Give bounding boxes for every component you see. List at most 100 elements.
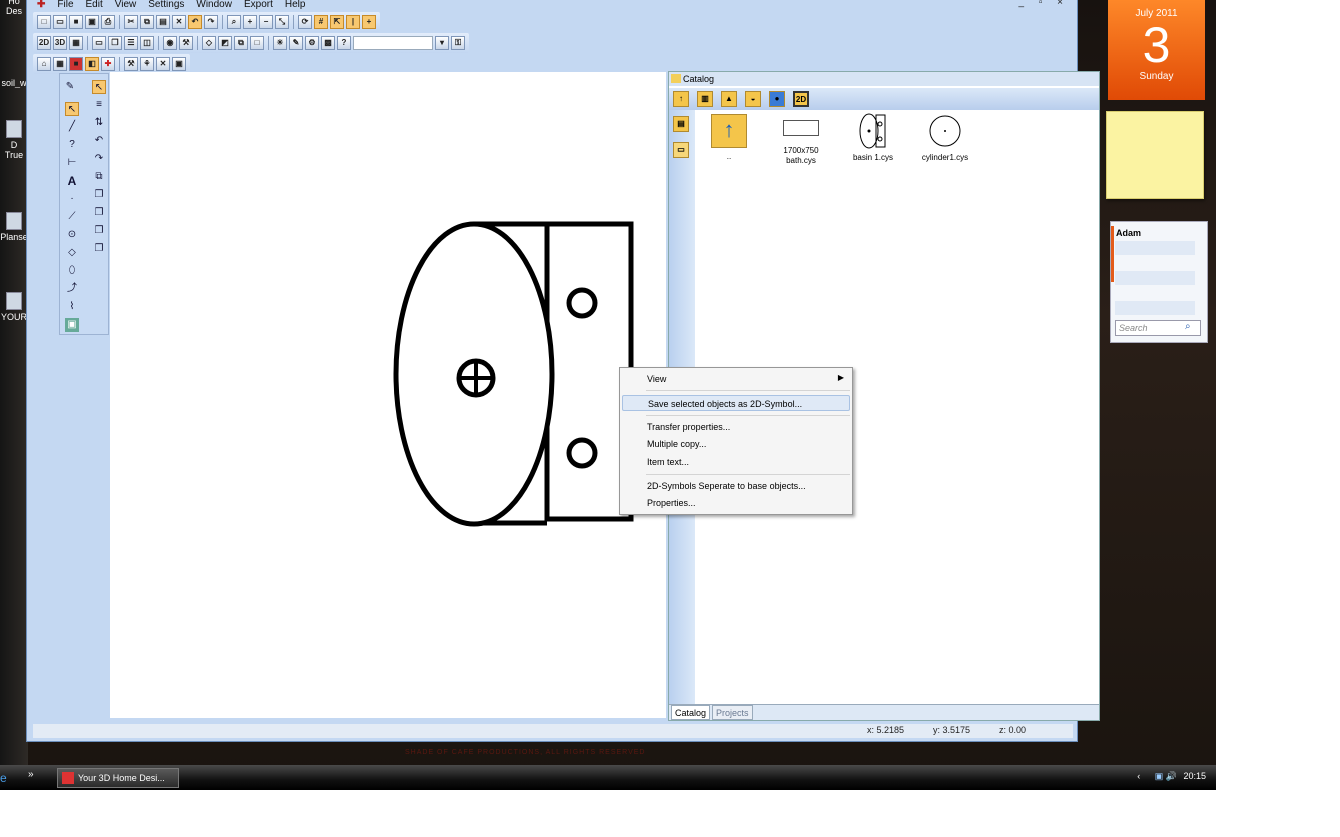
sticky-note-gadget[interactable] <box>1106 111 1204 199</box>
floor-icon[interactable]: ▦ <box>69 36 83 50</box>
drawing-canvas[interactable] <box>110 72 666 718</box>
ie-quicklaunch-icon[interactable]: e <box>0 771 7 785</box>
menu-export[interactable]: Export <box>244 0 273 10</box>
clock[interactable]: 20:15 <box>1183 771 1206 781</box>
catalog-item-parent[interactable]: ↑ .. <box>697 114 761 162</box>
cut-icon[interactable]: ✂ <box>124 15 138 29</box>
save-all-icon[interactable]: ▣ <box>85 15 99 29</box>
texture-icon[interactable]: ▩ <box>321 36 335 50</box>
menu-help[interactable]: Help <box>285 0 306 10</box>
contact-row[interactable] <box>1115 241 1195 255</box>
desktop-icon-home-design[interactable]: Ho Des <box>0 0 28 16</box>
ellipse-icon[interactable]: ⬯ <box>65 264 79 278</box>
symbol-2d-icon[interactable]: 2D <box>793 91 809 107</box>
taskbar-app-button[interactable]: Your 3D Home Desi... <box>57 768 179 788</box>
polygon-icon[interactable]: ◇ <box>65 246 79 260</box>
dropdown-icon[interactable]: ▾ <box>435 36 449 50</box>
redo-palette-icon[interactable]: ↷ <box>92 152 106 166</box>
rotate-obj-icon[interactable]: ❐ <box>92 242 106 256</box>
catalog-item-bath[interactable]: 1700x750 bath.cys <box>769 120 833 166</box>
light-icon[interactable]: ☀ <box>273 36 287 50</box>
pen-icon[interactable]: ✎ <box>289 36 303 50</box>
desktop-icon-your[interactable]: YOUR <box>0 292 28 322</box>
group-icon[interactable]: ⧉ <box>92 170 106 184</box>
contact-row[interactable] <box>1115 301 1195 315</box>
select-arrow-icon[interactable]: ↖ <box>65 102 79 116</box>
calendar-gadget[interactable]: July 2011 3 Sunday <box>1108 0 1205 100</box>
menu-window[interactable]: Window <box>196 0 232 10</box>
print-icon[interactable]: ⎙ <box>101 15 115 29</box>
window-icon[interactable]: ▭ <box>92 36 106 50</box>
circle-icon[interactable]: ⊙ <box>65 228 79 242</box>
lock-icon[interactable]: ⚿ <box>451 36 465 50</box>
table-icon[interactable]: ▦ <box>53 57 67 71</box>
view-2d-icon[interactable]: 2D <box>37 36 51 50</box>
align-icon[interactable]: ≡ <box>92 98 106 112</box>
tab-projects[interactable]: Projects <box>712 705 753 720</box>
delete-icon[interactable]: ✕ <box>172 15 186 29</box>
tile-vertical-icon[interactable]: ◫ <box>140 36 154 50</box>
volume-icon[interactable]: 🔊 <box>1166 771 1177 781</box>
color-swatch-icon[interactable]: ■ <box>69 57 83 71</box>
redo-icon[interactable]: ↷ <box>204 15 218 29</box>
undo-icon[interactable]: ↶ <box>188 15 202 29</box>
basin-drawing[interactable] <box>110 72 666 718</box>
menu-edit[interactable]: Edit <box>86 0 103 10</box>
up-arrow-icon[interactable]: ↑ <box>673 91 689 107</box>
copy-obj-icon[interactable]: ❐ <box>92 188 106 202</box>
cascade-icon[interactable]: ❐ <box>108 36 122 50</box>
open-icon[interactable]: ▭ <box>53 15 67 29</box>
search-icon[interactable]: ⌕ <box>1185 321 1191 332</box>
terrain-icon[interactable]: ◒ <box>745 91 761 107</box>
tab-catalog[interactable]: Catalog <box>671 705 711 720</box>
mirror-icon[interactable]: ❐ <box>92 224 106 238</box>
refresh-icon[interactable]: ⟳ <box>298 15 312 29</box>
library-icon[interactable]: ▤ <box>673 116 689 132</box>
image-icon[interactable]: ▣ <box>172 57 186 71</box>
paste-icon[interactable]: ▤ <box>156 15 170 29</box>
cross-tools-icon[interactable]: ✕ <box>156 57 170 71</box>
medical-icon[interactable]: ✚ <box>101 57 115 71</box>
context-item-save-2d-symbol[interactable]: Save selected objects as 2D-Symbol... <box>622 395 850 411</box>
arc-icon[interactable]: ⤴ <box>65 282 79 296</box>
context-item-separate-symbols[interactable]: 2D-Symbols Seperate to base objects... <box>647 480 806 492</box>
query-icon[interactable]: ? <box>65 138 79 152</box>
context-item-transfer-properties[interactable]: Transfer properties... <box>647 421 730 433</box>
text-tool-icon[interactable]: A <box>65 174 79 188</box>
landscape-icon[interactable]: ▲ <box>721 91 737 107</box>
globe-icon[interactable]: ● <box>769 91 785 107</box>
snap-icon[interactable]: ⇱ <box>330 15 344 29</box>
symbol-icon[interactable]: ◧ <box>85 57 99 71</box>
context-item-item-text[interactable]: Item text... <box>647 456 689 468</box>
menu-file[interactable]: File <box>57 0 73 10</box>
menu-view[interactable]: View <box>115 0 137 10</box>
polyline-icon[interactable]: ⟋ <box>65 210 79 224</box>
save-icon[interactable]: ■ <box>69 15 83 29</box>
context-item-properties[interactable]: Properties... <box>647 497 696 509</box>
desktop-icon-soil[interactable]: soil_w <box>0 78 28 88</box>
furniture-icon[interactable]: ▥ <box>697 91 713 107</box>
contacts-user[interactable]: Adam <box>1116 228 1141 238</box>
view-3d-icon[interactable]: 3D <box>53 36 67 50</box>
zoom-extents-icon[interactable]: ⤡ <box>275 15 289 29</box>
zoom-out-icon[interactable]: − <box>259 15 273 29</box>
magic-select-icon[interactable]: ✎ <box>63 80 77 94</box>
tools-icon[interactable]: ⚒ <box>179 36 193 50</box>
color-icon[interactable]: □ <box>250 36 264 50</box>
help-icon[interactable]: ? <box>337 36 351 50</box>
wrench-icon[interactable]: ⚙ <box>305 36 319 50</box>
catalog-item-cylinder[interactable]: cylinder1.cys <box>913 114 977 163</box>
freehand-icon[interactable]: ⌇ <box>65 300 79 314</box>
tray-expand-icon[interactable]: ‹ <box>1137 771 1140 781</box>
desktop-icon-truecrypt[interactable]: D True <box>0 120 28 160</box>
copy-icon[interactable]: ⧉ <box>140 15 154 29</box>
layers-icon[interactable]: ⧉ <box>234 36 248 50</box>
open-folder-icon[interactable]: ▭ <box>673 142 689 158</box>
catalog-item-basin[interactable]: basin 1.cys <box>841 112 905 163</box>
point-icon[interactable]: · <box>65 192 79 206</box>
camera-icon[interactable]: ◉ <box>163 36 177 50</box>
menu-settings[interactable]: Settings <box>148 0 184 10</box>
shovel-icon[interactable]: ⚘ <box>140 57 154 71</box>
network-icon[interactable]: ▣ <box>1155 771 1164 781</box>
move-obj-icon[interactable]: ❐ <box>92 206 106 220</box>
